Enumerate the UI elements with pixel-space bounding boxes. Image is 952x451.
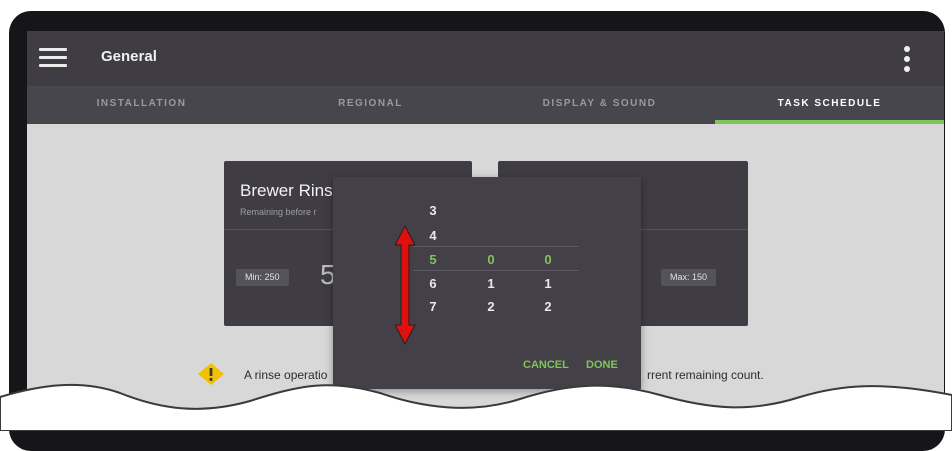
picker-ones-digit[interactable]: 2 xyxy=(538,299,558,314)
app-bar: General xyxy=(27,31,944,86)
picker-hundreds-digit[interactable]: 6 xyxy=(423,276,443,291)
picker-hundreds-digit[interactable]: 3 xyxy=(423,203,443,218)
app-screen: General INSTALLATION REGIONAL DISPLAY & … xyxy=(27,31,944,431)
more-vert-icon[interactable] xyxy=(899,44,915,74)
picker-tens-digit[interactable]: 1 xyxy=(481,276,501,291)
double-arrow-annotation-icon xyxy=(394,225,416,345)
picker-tens-digit[interactable]: 2 xyxy=(481,299,501,314)
hamburger-icon[interactable] xyxy=(39,48,67,68)
done-button[interactable]: DONE xyxy=(586,359,618,371)
max-badge: Max: 150 xyxy=(661,269,717,286)
tab-bar: INSTALLATION REGIONAL DISPLAY & SOUND TA… xyxy=(27,86,944,124)
number-picker-dialog: 3 4 5 6 7 0 1 2 0 1 2 CANCEL DONE xyxy=(333,177,641,389)
cancel-button[interactable]: CANCEL xyxy=(523,359,569,371)
tab-installation[interactable]: INSTALLATION xyxy=(27,86,256,124)
picker-ones-selected[interactable]: 0 xyxy=(538,252,558,267)
card-title: Brewer Rinse xyxy=(240,181,343,200)
torn-edge xyxy=(0,383,952,431)
picker-selection-line-bottom xyxy=(413,270,579,271)
tab-task-schedule[interactable]: TASK SCHEDULE xyxy=(715,86,944,124)
tab-regional[interactable]: REGIONAL xyxy=(256,86,485,124)
picker-hundreds-digit[interactable]: 4 xyxy=(423,228,443,243)
min-badge: Min: 250 xyxy=(236,269,289,286)
tab-display-sound[interactable]: DISPLAY & SOUND xyxy=(485,86,714,124)
picker-selection-line-top xyxy=(413,246,579,247)
picker-hundreds-digit[interactable]: 7 xyxy=(423,299,443,314)
picker-ones-digit[interactable]: 1 xyxy=(538,276,558,291)
page-title: General xyxy=(101,48,157,65)
card-subtitle: Remaining before r xyxy=(240,207,317,217)
active-tab-indicator xyxy=(715,120,944,124)
picker-tens-selected[interactable]: 0 xyxy=(481,252,501,267)
picker-hundreds-selected[interactable]: 5 xyxy=(423,252,443,267)
